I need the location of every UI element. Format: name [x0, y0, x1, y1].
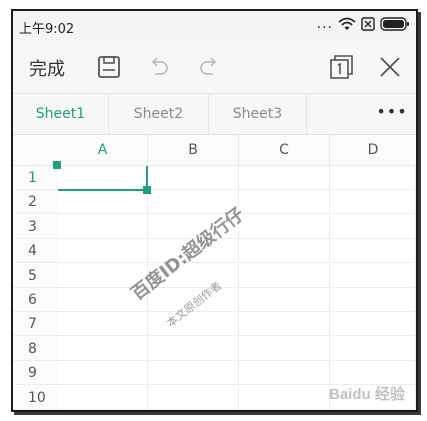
- grid-cell[interactable]: [148, 336, 239, 361]
- sheet-tabs: Sheet1 Sheet2 Sheet3 •••: [13, 94, 416, 135]
- status-bar: 上午9:02 ...: [13, 11, 416, 41]
- status-time: 上午9:02: [19, 22, 75, 37]
- row-header[interactable]: 2: [13, 190, 58, 215]
- column-header-a[interactable]: A: [58, 135, 148, 166]
- row-header[interactable]: 5: [13, 263, 58, 288]
- grid-cell[interactable]: [239, 214, 330, 239]
- grid-cell[interactable]: [330, 263, 416, 288]
- tab-sheet3[interactable]: Sheet3: [209, 94, 307, 134]
- grid-cell[interactable]: [58, 166, 148, 190]
- selection-handle-bottom-right[interactable]: [143, 186, 151, 194]
- grid-cell[interactable]: [330, 336, 416, 361]
- tab-sheet2[interactable]: Sheet2: [109, 94, 209, 134]
- row-header[interactable]: 3: [13, 214, 58, 239]
- grid-cell[interactable]: [148, 385, 239, 410]
- grid-cell[interactable]: [330, 361, 416, 386]
- row-header[interactable]: 8: [13, 336, 58, 361]
- wifi-icon: [338, 17, 356, 30]
- grid-cell[interactable]: [58, 190, 148, 215]
- selection-border: [58, 189, 147, 191]
- more-tabs-button[interactable]: •••: [368, 94, 416, 134]
- grid-cell[interactable]: [239, 263, 330, 288]
- sim-icon: [361, 17, 375, 31]
- grid-cell[interactable]: [239, 288, 330, 312]
- baidu-jingyan-logo: Baidu 经验: [329, 386, 405, 403]
- grid-cell[interactable]: [148, 312, 239, 337]
- grid-cell[interactable]: [330, 239, 416, 264]
- save-icon[interactable]: [96, 54, 122, 80]
- grid-cell[interactable]: [58, 312, 148, 337]
- redo-icon[interactable]: [196, 54, 222, 80]
- selection-handle-top-left[interactable]: [53, 161, 61, 169]
- grid-cell[interactable]: [58, 336, 148, 361]
- column-header-d[interactable]: D: [330, 135, 416, 166]
- row-header[interactable]: 10: [13, 385, 58, 410]
- tab-sheet1[interactable]: Sheet1: [13, 94, 109, 134]
- grid-cell[interactable]: [330, 312, 416, 337]
- grid-cell[interactable]: [330, 190, 416, 215]
- grid-cell[interactable]: [58, 239, 148, 264]
- undo-icon[interactable]: [146, 54, 172, 80]
- grid-cell[interactable]: [239, 190, 330, 215]
- toolbar: 完成: [13, 41, 416, 94]
- grid-cell[interactable]: [239, 336, 330, 361]
- row-header[interactable]: 1: [13, 166, 58, 190]
- column-header-c[interactable]: C: [239, 135, 330, 166]
- done-button[interactable]: 完成: [29, 55, 65, 81]
- phone-screen: 上午9:02 ... 完成 Sheet1 Sheet2 Sheet3 ••• A…: [11, 9, 418, 412]
- row-header[interactable]: 7: [13, 312, 58, 337]
- column-header-b[interactable]: B: [148, 135, 239, 166]
- battery-icon: [380, 17, 409, 31]
- status-icons: ...: [317, 17, 410, 31]
- grid-cell[interactable]: [148, 166, 239, 190]
- row-header[interactable]: 9: [13, 361, 58, 386]
- grid-cell[interactable]: [330, 288, 416, 312]
- grid-cell[interactable]: [330, 214, 416, 239]
- sheet-count-icon[interactable]: [328, 54, 354, 80]
- grid-cell[interactable]: [239, 312, 330, 337]
- grid-cell[interactable]: [330, 166, 416, 190]
- grid-cell[interactable]: [58, 214, 148, 239]
- status-dots: ...: [316, 16, 333, 32]
- row-header[interactable]: 4: [13, 239, 58, 264]
- grid-cell[interactable]: [148, 361, 239, 386]
- row-header[interactable]: 6: [13, 288, 58, 312]
- grid-cell[interactable]: [239, 166, 330, 190]
- spreadsheet-grid[interactable]: A B C D 1 2 3 4 5 6 7 8 9 10 百度ID:超级行仔 本文原创作者: [13, 135, 416, 410]
- grid-cell[interactable]: [239, 385, 330, 410]
- grid-cell[interactable]: [239, 239, 330, 264]
- grid-cell[interactable]: [239, 361, 330, 386]
- close-icon[interactable]: [377, 54, 403, 80]
- grid-cell[interactable]: [58, 361, 148, 386]
- grid-cell[interactable]: [58, 385, 148, 410]
